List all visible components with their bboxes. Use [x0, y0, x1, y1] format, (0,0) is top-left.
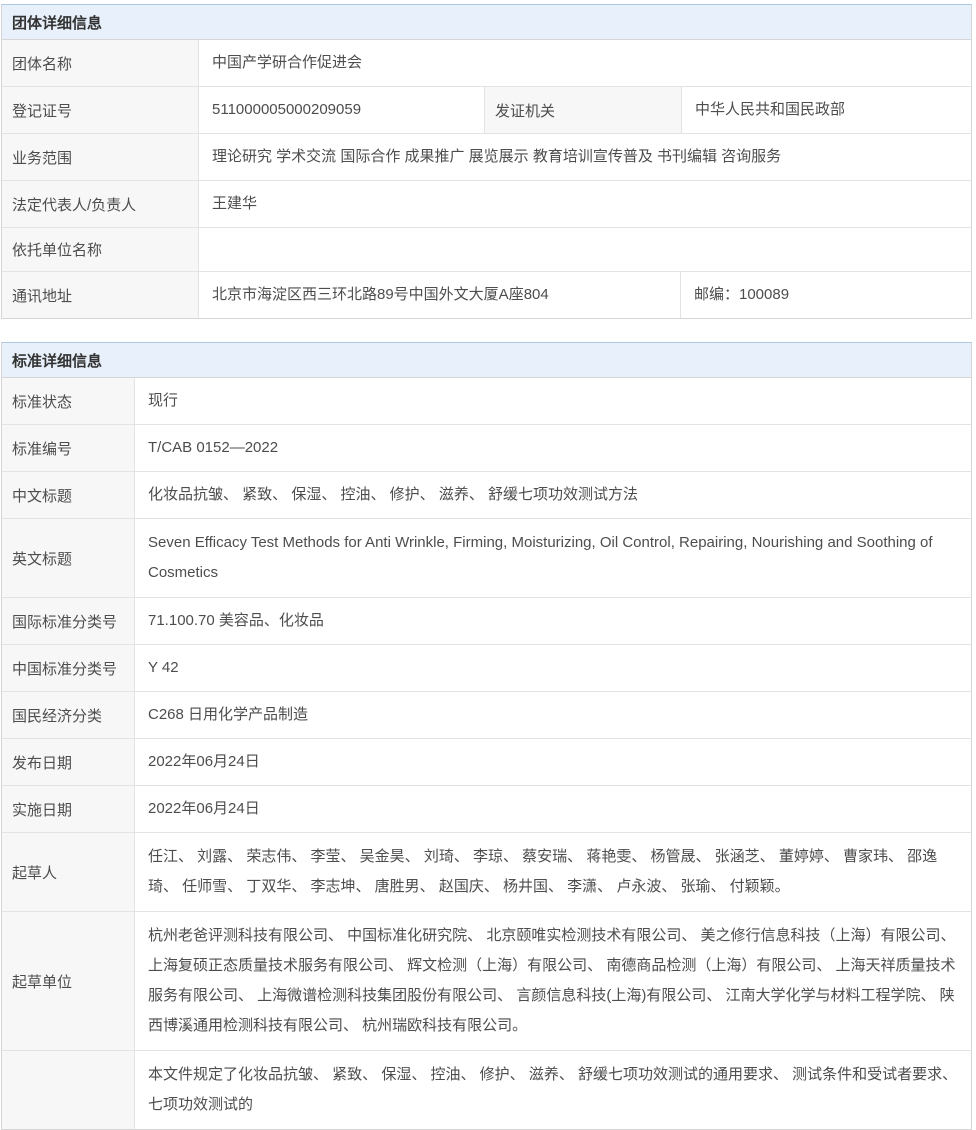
row-label: 实施日期: [2, 786, 135, 832]
row-label: 标准编号: [2, 425, 135, 471]
table-row-standard-code: 标准编号 T/CAB 0152—2022: [2, 425, 971, 472]
row-value: 理论研究 学术交流 国际合作 成果推广 展览展示 教育培训宣传普及 书刊编辑 咨…: [199, 134, 971, 180]
row-label: 中文标题: [2, 472, 135, 518]
table-row-group-scope: 业务范围 理论研究 学术交流 国际合作 成果推广 展览展示 教育培训宣传普及 书…: [2, 134, 971, 181]
table-row-group-dependent-unit: 依托单位名称: [2, 228, 971, 272]
row-label: [2, 1051, 135, 1129]
row-value: 现行: [135, 378, 971, 424]
row-label: 业务范围: [2, 134, 199, 180]
table-row-standard-publish-date: 发布日期 2022年06月24日: [2, 739, 971, 786]
table-row-standard-ics: 国际标准分类号 71.100.70 美容品、化妆品: [2, 598, 971, 645]
table-row-standard-drafting-units: 起草单位 杭州老爸评测科技有限公司、 中国标准化研究院、 北京颐唯实检测技术有限…: [2, 912, 971, 1051]
row-value-secondary: 中华人民共和国民政部: [682, 87, 971, 133]
row-label: 团体名称: [2, 40, 199, 86]
row-value: 北京市海淀区西三环北路89号中国外文大厦A座804: [199, 272, 681, 318]
row-value: 化妆品抗皱、 紧致、 保湿、 控油、 修护、 滋养、 舒缓七项功效测试方法: [135, 472, 971, 518]
table-row-standard-english-title: 英文标题 Seven Efficacy Test Methods for Ant…: [2, 519, 971, 598]
group-info-table: 团体详细信息 团体名称 中国产学研合作促进会 登记证号 511000005000…: [1, 4, 972, 319]
table-row-standard-status: 标准状态 现行: [2, 378, 971, 425]
row-value: Seven Efficacy Test Methods for Anti Wri…: [135, 519, 971, 597]
row-label: 英文标题: [2, 519, 135, 597]
row-value: T/CAB 0152—2022: [135, 425, 971, 471]
row-value: 71.100.70 美容品、化妆品: [135, 598, 971, 644]
row-value: C268 日用化学产品制造: [135, 692, 971, 738]
row-label: 起草单位: [2, 912, 135, 1050]
row-value: 任江、 刘露、 荣志伟、 李莹、 吴金昊、 刘琦、 李琼、 蔡安瑞、 蒋艳雯、 …: [135, 833, 971, 911]
row-value: 511000005000209059: [199, 87, 485, 133]
table-row-standard-drafters: 起草人 任江、 刘露、 荣志伟、 李莹、 吴金昊、 刘琦、 李琼、 蔡安瑞、 蒋…: [2, 833, 971, 912]
row-value: 2022年06月24日: [135, 739, 971, 785]
row-label-secondary: 发证机关: [485, 87, 682, 133]
row-value: 本文件规定了化妆品抗皱、 紧致、 保湿、 控油、 修护、 滋养、 舒缓七项功效测…: [135, 1051, 971, 1129]
table-row-standard-summary: 本文件规定了化妆品抗皱、 紧致、 保湿、 控油、 修护、 滋养、 舒缓七项功效测…: [2, 1051, 971, 1129]
postcode-value: 邮编：100089: [681, 272, 971, 318]
table-row-standard-chinese-title: 中文标题 化妆品抗皱、 紧致、 保湿、 控油、 修护、 滋养、 舒缓七项功效测试…: [2, 472, 971, 519]
row-value: 2022年06月24日: [135, 786, 971, 832]
table-row-group-name: 团体名称 中国产学研合作促进会: [2, 40, 971, 87]
row-label: 标准状态: [2, 378, 135, 424]
standard-table-title: 标准详细信息: [2, 343, 971, 378]
row-label: 通讯地址: [2, 272, 199, 318]
table-row-group-legal-representative: 法定代表人/负责人 王建华: [2, 181, 971, 228]
table-row-standard-ccs: 中国标准分类号 Y 42: [2, 645, 971, 692]
row-value: 中国产学研合作促进会: [199, 40, 971, 86]
row-label: 起草人: [2, 833, 135, 911]
row-label: 国民经济分类: [2, 692, 135, 738]
row-value: 王建华: [199, 181, 971, 227]
row-label: 发布日期: [2, 739, 135, 785]
group-table-title: 团体详细信息: [2, 5, 971, 40]
row-value: Y 42: [135, 645, 971, 691]
row-value: [199, 228, 971, 271]
row-value: 杭州老爸评测科技有限公司、 中国标准化研究院、 北京颐唯实检测技术有限公司、 美…: [135, 912, 971, 1050]
table-row-group-registration: 登记证号 511000005000209059 发证机关 中华人民共和国民政部: [2, 87, 971, 134]
row-label: 中国标准分类号: [2, 645, 135, 691]
row-label: 法定代表人/负责人: [2, 181, 199, 227]
row-label: 登记证号: [2, 87, 199, 133]
row-label: 依托单位名称: [2, 228, 199, 271]
table-row-standard-implement-date: 实施日期 2022年06月24日: [2, 786, 971, 833]
table-row-group-address: 通讯地址 北京市海淀区西三环北路89号中国外文大厦A座804 邮编：100089: [2, 272, 971, 318]
standard-info-table: 标准详细信息 标准状态 现行 标准编号 T/CAB 0152—2022 中文标题…: [1, 342, 972, 1130]
row-label: 国际标准分类号: [2, 598, 135, 644]
table-row-standard-economy-class: 国民经济分类 C268 日用化学产品制造: [2, 692, 971, 739]
